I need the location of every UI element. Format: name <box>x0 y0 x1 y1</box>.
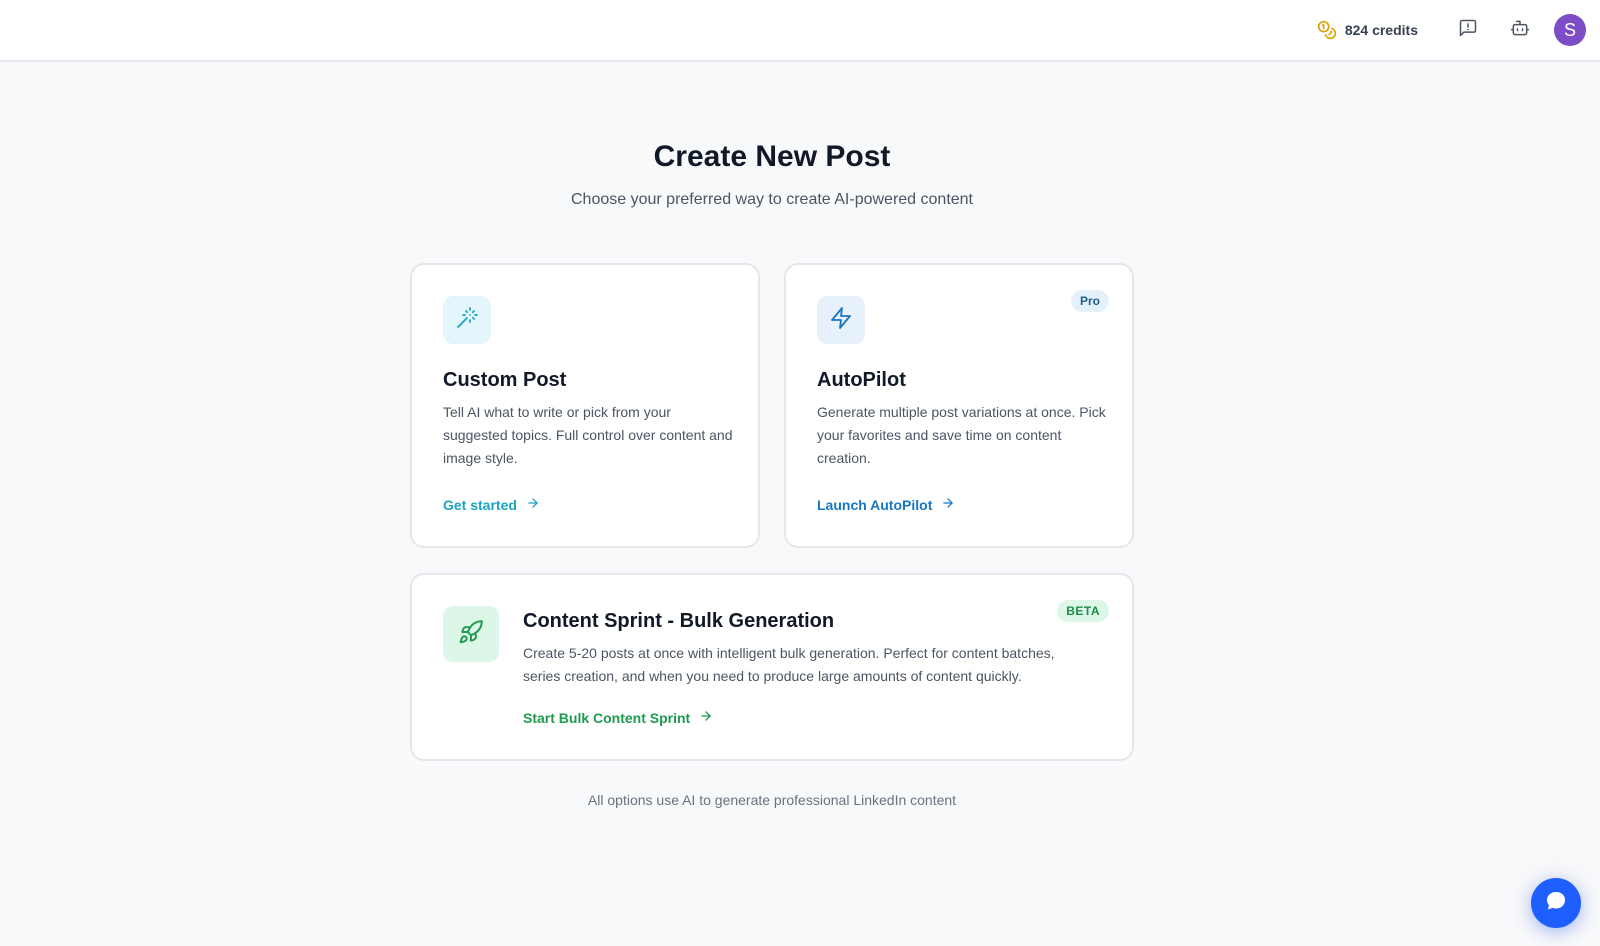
coins-icon <box>1317 20 1337 40</box>
autopilot-card[interactable]: Pro AutoPilot Generate multiple post var… <box>784 263 1134 548</box>
pro-badge: Pro <box>1070 290 1109 312</box>
bot-icon <box>1510 18 1530 43</box>
footer-note: All options use AI to generate professio… <box>587 792 957 808</box>
start-bulk-content-sprint-label: Start Bulk Content Sprint <box>523 709 691 726</box>
lightning-icon <box>829 306 853 335</box>
custom-post-description: Tell AI what to write or pick from your … <box>443 404 733 466</box>
arrow-right-icon <box>526 496 540 513</box>
get-started-label: Get started <box>443 496 517 513</box>
credits-indicator[interactable]: 824 credits <box>1317 20 1418 40</box>
custom-post-card[interactable]: Custom Post Tell AI what to write or pic… <box>410 263 760 548</box>
credits-label: 824 credits <box>1344 22 1418 38</box>
avatar-initial: S <box>1563 19 1576 40</box>
content-sprint-title: Content Sprint - Bulk Generation <box>523 610 835 632</box>
get-started-link[interactable]: Get started <box>443 496 540 513</box>
beta-badge: BETA <box>1057 600 1109 622</box>
message-alert-icon <box>1458 18 1478 43</box>
start-bulk-content-sprint-link[interactable]: Start Bulk Content Sprint <box>523 709 713 726</box>
feedback-button[interactable] <box>1452 14 1484 46</box>
custom-post-icon-tile <box>443 296 491 344</box>
chat-widget-button[interactable] <box>1531 878 1581 928</box>
rocket-icon <box>458 619 484 650</box>
launch-autopilot-label: Launch AutoPilot <box>817 496 933 513</box>
ai-assistant-button[interactable] <box>1504 14 1536 46</box>
launch-autopilot-link[interactable]: Launch AutoPilot <box>817 496 955 513</box>
content-sprint-icon-tile <box>443 606 499 662</box>
top-bar: 824 credits S <box>0 0 1600 62</box>
content-sprint-description: Create 5-20 posts at once with intellige… <box>523 645 1055 684</box>
custom-post-title: Custom Post <box>443 369 567 391</box>
arrow-right-icon <box>699 709 713 726</box>
arrow-right-icon <box>941 496 955 513</box>
page-title: Create New Post <box>653 140 891 173</box>
autopilot-icon-tile <box>817 296 865 344</box>
autopilot-description: Generate multiple post variations at onc… <box>817 404 1106 466</box>
chat-bubble-icon <box>1544 889 1568 918</box>
page-subtitle: Choose your preferred way to create AI-p… <box>571 191 973 208</box>
content-sprint-card[interactable]: BETA Content Sprint - Bulk Generation Cr… <box>410 573 1134 761</box>
magic-wand-icon <box>455 306 479 335</box>
user-avatar[interactable]: S <box>1554 14 1586 46</box>
autopilot-title: AutoPilot <box>817 369 906 391</box>
